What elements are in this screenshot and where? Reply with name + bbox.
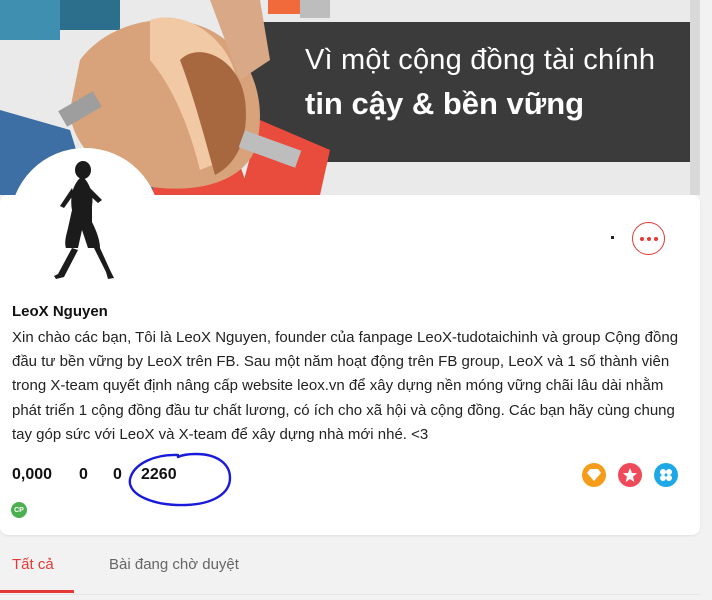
profile-page: Vì một cộng đồng tài chính tin cậy & bền… (0, 0, 712, 600)
stat-value: 0 (79, 466, 88, 483)
clover-icon[interactable] (654, 463, 678, 487)
small-dot (611, 236, 614, 239)
tab-bar: Tất cả Bài đang chờ duyệt (0, 540, 700, 595)
diamond-icon[interactable] (582, 463, 606, 487)
stat-value: 0,000 (12, 466, 53, 483)
profile-bio: Xin chào các bạn, Tôi là LeoX Nguyen, fo… (12, 329, 679, 443)
profile-name: LeoX Nguyen (12, 303, 108, 320)
more-options-button[interactable] (632, 222, 665, 255)
cover-subtitle: tin cậy & bền vững (305, 86, 585, 121)
tab-pending-posts[interactable]: Bài đang chờ duyệt (109, 556, 239, 573)
woman-silhouette-icon (10, 148, 160, 298)
more-dots-icon (639, 236, 644, 241)
active-tab-indicator (0, 590, 74, 593)
star-icon[interactable] (618, 463, 642, 487)
hand-drawn-circle-annotation (128, 452, 232, 507)
cp-badge: CP (11, 502, 27, 518)
cover-title: Vì một cộng đồng tài chính (305, 44, 656, 76)
avatar[interactable] (10, 148, 160, 298)
tab-all[interactable]: Tất cả (12, 556, 54, 573)
divider (0, 594, 700, 595)
